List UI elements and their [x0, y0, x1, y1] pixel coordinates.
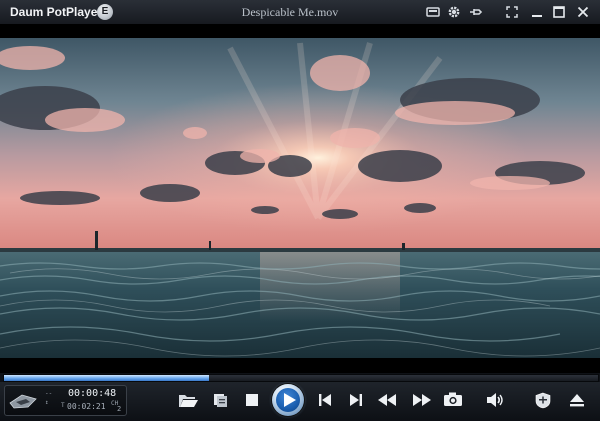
file-title: Despicable Me.mov — [241, 5, 339, 19]
sync-indicator-icon: ↕ — [45, 399, 49, 406]
screenshot-camera-icon[interactable] — [443, 391, 463, 407]
play-button[interactable] — [272, 384, 304, 416]
potplayer-window: Daum PotPlayer E Despicable Me.mov -- ↕ … — [0, 0, 600, 421]
equalizer-badge-icon[interactable] — [535, 392, 551, 409]
close-icon[interactable] — [575, 4, 591, 20]
potplayer-logo-icon — [8, 391, 38, 411]
volume-icon[interactable] — [486, 392, 504, 408]
rewind-icon[interactable] — [377, 394, 397, 406]
video-picture[interactable] — [0, 38, 600, 358]
open-folder-icon[interactable] — [177, 391, 199, 409]
seek-progress-fill — [4, 375, 209, 381]
total-prefix: T — [61, 402, 65, 409]
maximize-icon[interactable] — [551, 4, 567, 20]
skin-icon[interactable] — [425, 4, 441, 20]
next-icon[interactable] — [349, 393, 363, 407]
previous-icon[interactable] — [318, 393, 332, 407]
total-time[interactable]: 00:02:21 — [67, 402, 106, 412]
info-panel: -- ↕ 00:00:48 T 00:02:21 CH 2 — [4, 385, 127, 416]
video-frame[interactable] — [0, 24, 600, 373]
play-icon — [283, 392, 297, 412]
pin-icon[interactable] — [468, 4, 484, 20]
stop-icon[interactable] — [245, 393, 259, 407]
settings-gear-icon[interactable] — [446, 4, 462, 20]
eject-icon[interactable] — [569, 392, 585, 408]
mode-indicator-icon: -- — [45, 390, 53, 397]
title-bar[interactable]: Daum PotPlayer E Despicable Me.mov — [0, 0, 600, 25]
minimize-icon[interactable] — [529, 4, 545, 20]
app-name: Daum PotPlayer — [10, 5, 103, 19]
playlist-icon[interactable] — [212, 392, 230, 408]
seek-bar[interactable] — [3, 374, 599, 382]
edition-badge[interactable]: E — [97, 4, 113, 20]
channel-value: 2 — [117, 405, 122, 413]
fast-forward-icon[interactable] — [412, 394, 432, 406]
control-bar: -- ↕ 00:00:48 T 00:02:21 CH 2 — [0, 382, 600, 421]
fullscreen-icon[interactable] — [504, 4, 520, 20]
current-time[interactable]: 00:00:48 — [68, 388, 116, 400]
